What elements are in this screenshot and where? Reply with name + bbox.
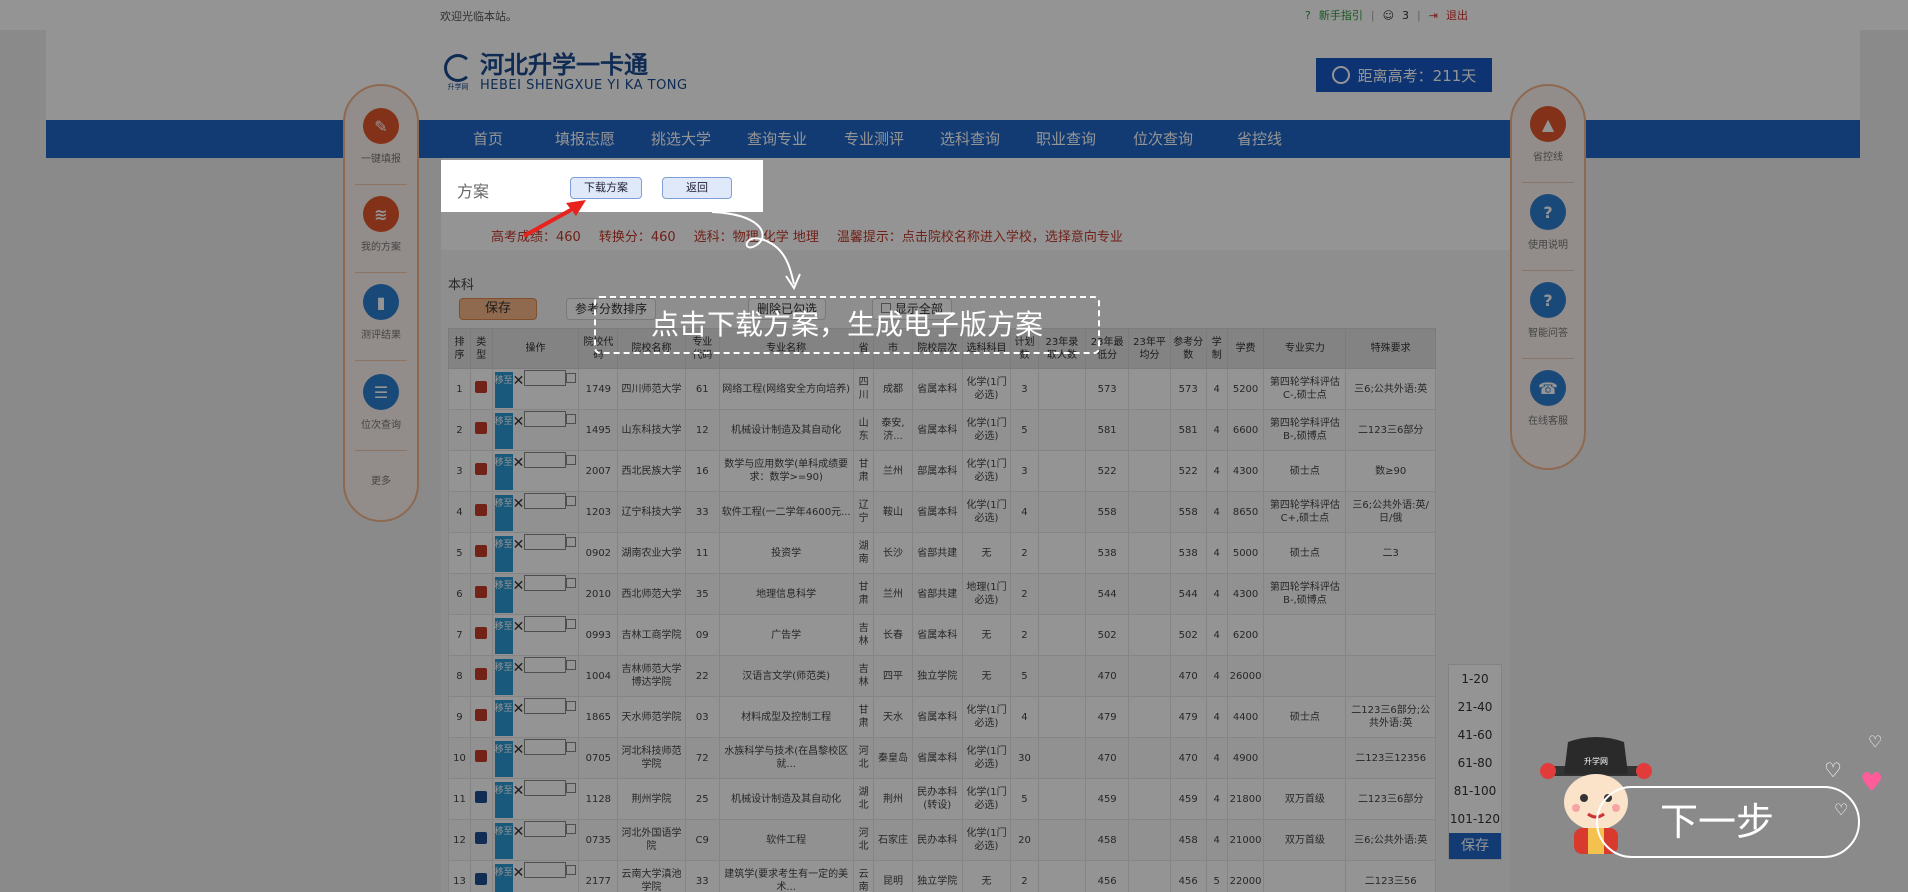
guide-tip: 点击下载方案，生成电子版方案 xyxy=(594,296,1100,354)
white-curved-arrow xyxy=(711,211,795,285)
mascot-badge: 升学网 xyxy=(1584,756,1608,766)
heart-icon: ♥ xyxy=(1860,768,1884,798)
heart-icon: ♡ xyxy=(1834,800,1849,819)
red-arrow-head xyxy=(566,200,586,216)
red-arrow-line xyxy=(523,204,579,238)
next-step-button[interactable]: 下一步 xyxy=(1596,786,1860,858)
heart-icon: ♡ xyxy=(1824,758,1842,782)
heart-icon: ♡ xyxy=(1868,732,1883,751)
